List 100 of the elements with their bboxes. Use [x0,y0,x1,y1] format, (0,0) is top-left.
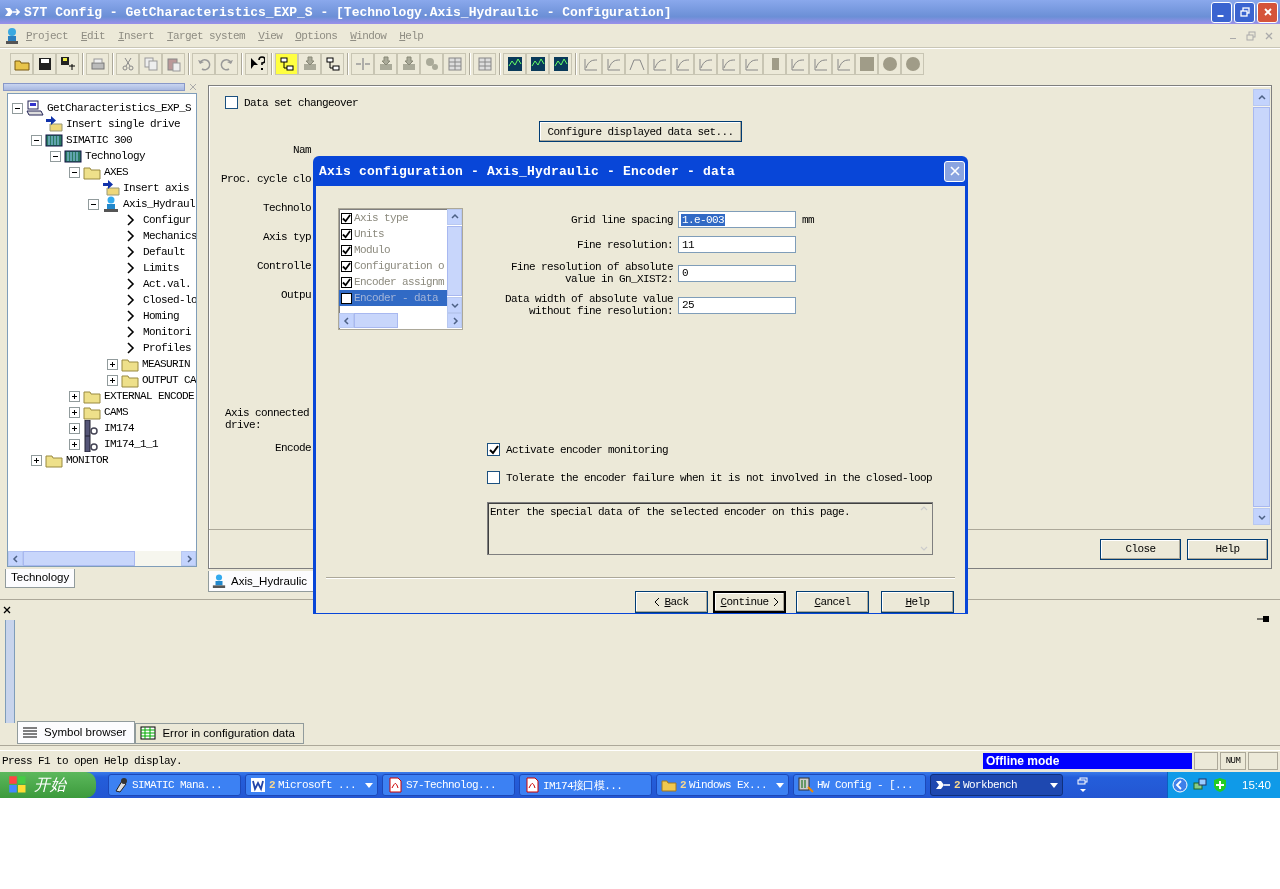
tree-item[interactable]: Configur [143,214,191,226]
tree-item[interactable]: Technology [85,150,145,162]
close-button[interactable]: Close [1100,538,1181,560]
taskbar-button[interactable]: 2 Workbench [930,774,1063,796]
taskbar-button[interactable]: HW Config - [... [793,774,926,796]
tree-item[interactable]: Profiles [143,342,191,354]
restore-icon[interactable] [1077,777,1089,793]
tree-item[interactable]: OUTPUT CA [142,374,196,386]
taskbar-button[interactable]: 2 Windows Ex... [656,774,789,796]
tree-item[interactable]: MEASURIN [142,358,190,370]
expander-box[interactable] [69,166,80,178]
expander-box[interactable] [69,438,80,450]
checkbox[interactable] [341,260,352,272]
curve-icon[interactable] [809,53,832,75]
scroll-right-button[interactable] [447,313,462,328]
cut-icon[interactable] [116,53,139,75]
panel-tab[interactable]: Symbol browser [17,720,136,744]
scroll-thumb[interactable] [354,313,398,328]
tree-item[interactable]: Limits [143,262,179,274]
step-item[interactable]: Modulo [339,242,447,258]
scroll-left-button[interactable] [8,551,23,566]
expander-box[interactable] [69,422,80,434]
expander-box[interactable] [107,374,118,386]
join-arrows-icon[interactable] [351,53,374,75]
curve-icon[interactable] [694,53,717,75]
configure-button[interactable]: Configure displayed data set... [539,121,742,142]
save-icon[interactable] [33,53,56,75]
checkbox[interactable] [225,96,238,109]
checkbox[interactable] [341,276,352,288]
window-tab[interactable]: Axis_Hydraulic [208,571,315,593]
scroll-up-button[interactable] [447,209,462,225]
help-pointer-icon[interactable] [245,53,268,75]
dialog-button[interactable]: Cancel [796,591,869,613]
tree-item[interactable]: Axis_Hydraul [123,198,195,210]
component-icon[interactable] [420,53,443,75]
copy-icon[interactable] [139,53,162,75]
square-icon[interactable] [855,53,878,75]
expander-box[interactable] [31,134,42,146]
ramp-icon[interactable] [625,53,648,75]
tree-item[interactable]: MONITOR [66,454,108,466]
scroll-right-button[interactable] [181,551,196,566]
checkbox[interactable] [487,471,500,484]
tree-item[interactable]: Insert single drive [66,118,181,130]
table-icon[interactable] [473,53,496,75]
expander-box[interactable] [88,198,99,210]
tree-item[interactable]: SIMATIC 300 [66,134,132,146]
expander-box[interactable] [69,390,80,402]
step-item[interactable]: Encoder assignm [339,274,447,290]
horizontal-scrollbar[interactable] [8,551,196,566]
continue-button[interactable]: Continue [713,591,786,613]
input-field[interactable]: 0 [678,264,796,282]
curve-icon[interactable] [740,53,763,75]
tree-item[interactable]: Act.val. [143,278,191,290]
tree-item[interactable]: Mechanics [143,230,196,242]
trace-chart-icon[interactable] [526,53,549,75]
shield-icon[interactable] [1212,777,1228,793]
dialog-button[interactable]: Help [881,591,954,613]
checkbox[interactable] [341,212,352,224]
grid-icon[interactable] [443,53,466,75]
back-button[interactable]: Back [635,591,708,613]
tree-item[interactable]: IM174 [104,422,134,434]
taskbar-button[interactable]: S7-Technolog... [382,774,515,796]
scroll-left-button[interactable] [339,313,354,328]
step-item[interactable]: Units [339,226,447,242]
close-button[interactable] [944,160,965,182]
tree-item[interactable]: EXTERNAL ENCODE [104,390,195,402]
expander-box[interactable] [12,102,23,114]
checkbox[interactable] [341,244,352,256]
curve-icon[interactable] [579,53,602,75]
trace-chart-icon[interactable] [503,53,526,75]
pin-icon[interactable] [1256,614,1270,624]
expander-box[interactable] [31,454,42,466]
step-item[interactable]: Axis type [339,210,447,226]
tree-item[interactable]: Monitori [143,326,191,338]
redo-icon[interactable] [215,53,238,75]
curve-icon[interactable] [717,53,740,75]
checkbox[interactable] [341,228,352,240]
splitter-grip[interactable] [5,620,15,723]
curve-icon[interactable] [602,53,625,75]
checkbox[interactable] [341,292,352,304]
curve-icon[interactable] [648,53,671,75]
scroll-thumb[interactable] [447,226,462,296]
input-field[interactable]: 1.e-003 [678,211,796,228]
close-icon[interactable] [3,606,11,614]
scroll-down-button[interactable] [447,297,462,313]
tree-item[interactable]: Homing [143,310,179,322]
minimize-button[interactable] [1211,1,1232,23]
close-button[interactable] [1257,1,1278,23]
input-field[interactable]: 11 [678,236,796,253]
curve-icon[interactable] [832,53,855,75]
tree-item[interactable]: IM174_1_1 [104,438,158,450]
taskbar-button[interactable]: 2 Microsoft ... [245,774,378,796]
upload-icon[interactable] [397,53,420,75]
paste-icon[interactable] [162,53,185,75]
taskbar-button[interactable]: SIMATIC Mana... [108,774,241,796]
tree-item[interactable]: AXES [104,166,128,178]
expander-box[interactable] [107,358,118,370]
panel-tab[interactable]: Error in configuration data [135,722,304,744]
tree-item[interactable]: GetCharacteristics_EXP_S [47,102,192,114]
scroll-down-button[interactable] [1253,508,1270,526]
